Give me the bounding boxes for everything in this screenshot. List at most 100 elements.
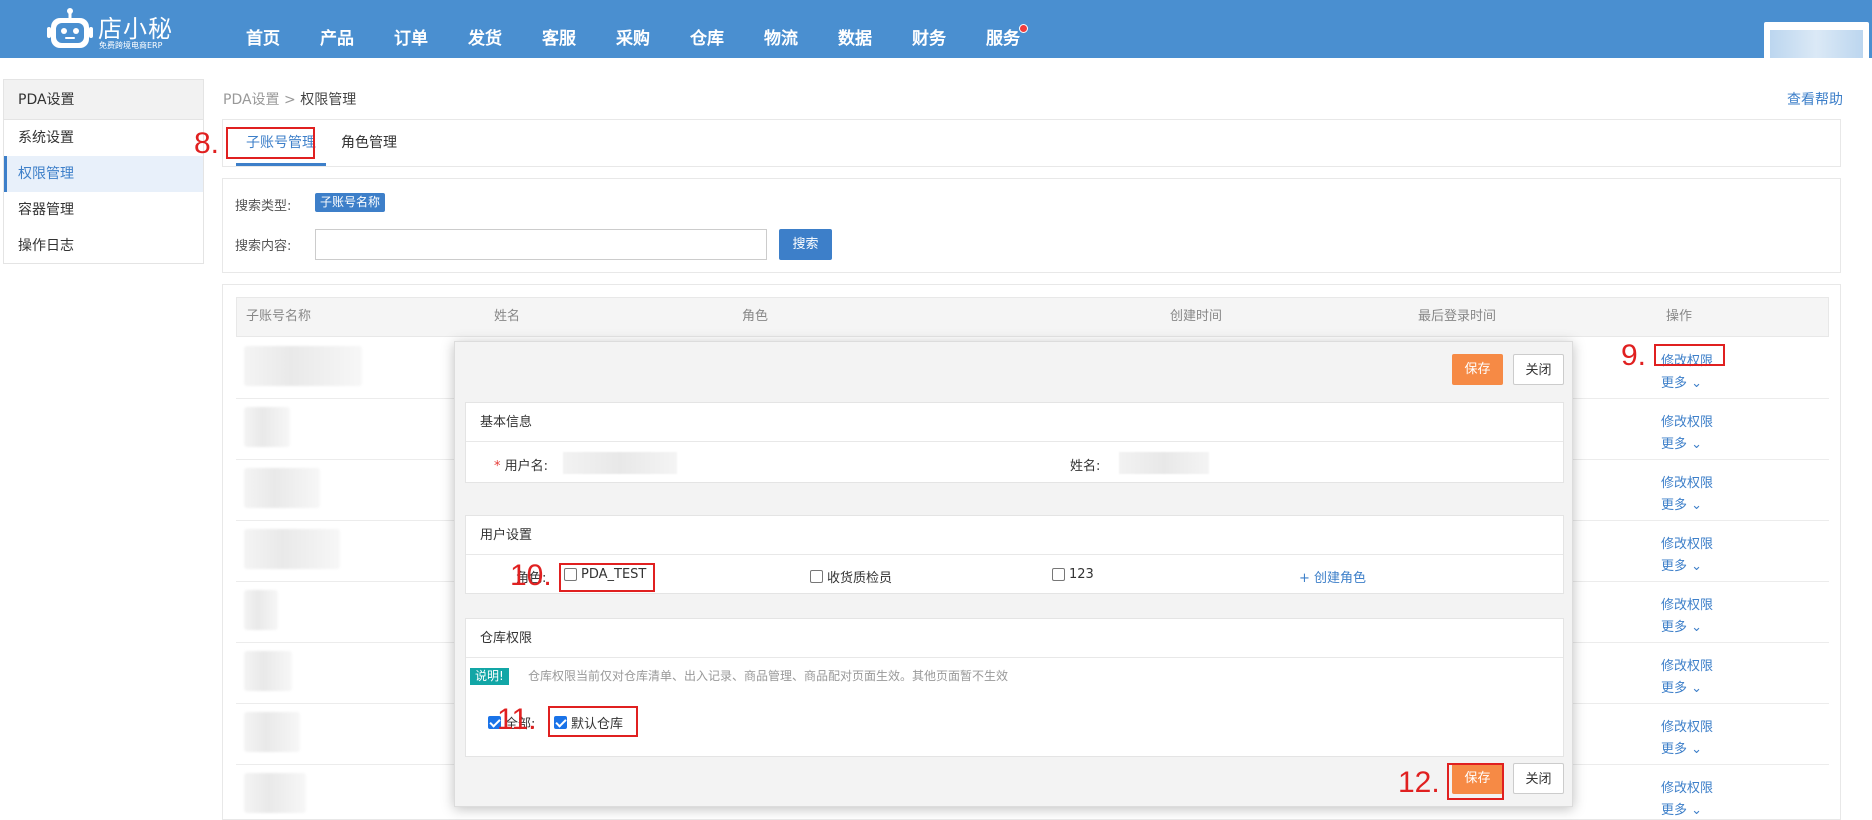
- basic-info-card: 基本信息 * 用户名: 姓名:: [465, 402, 1564, 483]
- sidebar-item-permissions[interactable]: 权限管理: [4, 156, 203, 192]
- search-content-label: 搜索内容:: [235, 239, 292, 254]
- edit-permission-link[interactable]: 修改权限: [1661, 533, 1713, 552]
- note-text: 仓库权限当前仅对仓库清单、出入记录、商品管理、商品配对页面生效。其他页面暂不生效: [528, 669, 1009, 683]
- annotation-box-9: [1654, 344, 1725, 366]
- more-dropdown[interactable]: 更多 ⌄: [1661, 555, 1702, 574]
- edit-permission-link[interactable]: 修改权限: [1661, 716, 1713, 735]
- more-label: 更多: [1661, 803, 1688, 818]
- breadcrumb: PDA设置 > 权限管理: [223, 89, 356, 109]
- username-value-blurred: [563, 452, 677, 474]
- search-panel: 搜索类型: 子账号名称 搜索内容: 搜索: [222, 178, 1841, 273]
- th-actions: 操作: [1666, 309, 1693, 324]
- chevron-down-icon: ⌄: [1691, 620, 1703, 635]
- more-dropdown[interactable]: 更多 ⌄: [1661, 616, 1702, 635]
- annotation-box-11: [548, 706, 638, 737]
- table-header: 子账号名称 姓名 角色 创建时间 最后登录时间 操作: [236, 297, 1829, 337]
- sidebar-item-operation-log[interactable]: 操作日志: [4, 228, 203, 264]
- annotation-box-8: [226, 127, 315, 159]
- chevron-down-icon: ⌄: [1691, 559, 1703, 574]
- warehouse-permission-title: 仓库权限: [466, 619, 1563, 658]
- th-last-login: 最后登录时间: [1418, 309, 1497, 324]
- blurred-account-name: [244, 651, 292, 691]
- tab-roles[interactable]: 角色管理: [329, 120, 409, 166]
- more-label: 更多: [1661, 620, 1688, 635]
- robot-logo-icon: [47, 8, 93, 48]
- name-value-blurred: [1119, 452, 1209, 474]
- search-input[interactable]: [315, 229, 767, 260]
- modal-close-button-bottom[interactable]: 关闭: [1513, 763, 1564, 794]
- breadcrumb-separator: >: [284, 92, 296, 108]
- more-label: 更多: [1661, 742, 1688, 757]
- sidebar-title: PDA设置: [4, 80, 203, 120]
- more-label: 更多: [1661, 437, 1688, 452]
- search-button[interactable]: 搜索: [779, 229, 832, 260]
- more-dropdown[interactable]: 更多 ⌄: [1661, 372, 1702, 391]
- chevron-down-icon: ⌄: [1691, 376, 1703, 391]
- edit-permission-link[interactable]: 修改权限: [1661, 655, 1713, 674]
- checkbox-icon: [1052, 568, 1065, 581]
- th-sub-account-name: 子账号名称: [246, 309, 312, 324]
- more-dropdown[interactable]: 更多 ⌄: [1661, 494, 1702, 513]
- search-type-tag[interactable]: 子账号名称: [315, 193, 386, 212]
- more-dropdown[interactable]: 更多 ⌄: [1661, 738, 1702, 757]
- role-name: 123: [1069, 567, 1094, 582]
- edit-permission-link[interactable]: 修改权限: [1661, 777, 1713, 796]
- chevron-down-icon: ⌄: [1691, 803, 1703, 818]
- more-dropdown[interactable]: 更多 ⌄: [1661, 677, 1702, 696]
- blurred-account-name: [244, 773, 306, 813]
- more-label: 更多: [1661, 376, 1688, 391]
- nav-services-wrap[interactable]: 服务: [966, 0, 1040, 58]
- notification-dot: [1019, 24, 1028, 33]
- more-dropdown[interactable]: 更多 ⌄: [1661, 799, 1702, 818]
- user-account-box[interactable]: [1764, 22, 1869, 58]
- chevron-down-icon: ⌄: [1691, 498, 1703, 513]
- logo-subtitle: 免费跨境电商ERP: [99, 41, 163, 50]
- nav-customer-service[interactable]: 客服: [522, 0, 596, 58]
- nav-orders[interactable]: 订单: [374, 0, 448, 58]
- sidebar-item-system-settings[interactable]: 系统设置: [4, 120, 203, 156]
- annotation-number-9: 9.: [1621, 339, 1647, 372]
- note-tag: 说明!: [470, 668, 509, 685]
- nav-logistics[interactable]: 物流: [744, 0, 818, 58]
- nav-finance[interactable]: 财务: [892, 0, 966, 58]
- logo-name: 店小秘: [98, 15, 173, 43]
- main-nav: 首页 产品 订单 发货 客服 采购 仓库 物流 数据 财务 服务: [226, 0, 1040, 58]
- chevron-down-icon: ⌄: [1691, 742, 1703, 757]
- blurred-account-name: [244, 529, 340, 569]
- nav-home[interactable]: 首页: [226, 0, 300, 58]
- breadcrumb-parent[interactable]: PDA设置: [223, 92, 280, 108]
- role-checkbox-qc[interactable]: 收货质检员: [810, 567, 892, 586]
- sidebar-item-containers[interactable]: 容器管理: [4, 192, 203, 228]
- role-checkbox-123[interactable]: 123: [1052, 567, 1094, 582]
- nav-purchasing[interactable]: 采购: [596, 0, 670, 58]
- edit-permission-link[interactable]: 修改权限: [1661, 472, 1713, 491]
- annotation-number-10: 10.: [510, 559, 552, 592]
- create-role-link[interactable]: + 创建角色: [1299, 567, 1366, 586]
- annotation-number-12: 12.: [1398, 766, 1440, 799]
- nav-data[interactable]: 数据: [818, 0, 892, 58]
- required-mark-icon: *: [494, 459, 501, 474]
- user-avatar-blurred: [1770, 30, 1863, 58]
- nav-shipping[interactable]: 发货: [448, 0, 522, 58]
- help-link[interactable]: 查看帮助: [1787, 89, 1843, 109]
- edit-permission-link[interactable]: 修改权限: [1661, 411, 1713, 430]
- edit-permission-link[interactable]: 修改权限: [1661, 594, 1713, 613]
- chevron-down-icon: ⌄: [1691, 681, 1703, 696]
- search-type-label: 搜索类型:: [235, 199, 292, 214]
- more-label: 更多: [1661, 559, 1688, 574]
- more-label: 更多: [1661, 681, 1688, 696]
- name-label: 姓名:: [1070, 459, 1101, 474]
- modal-close-button-top[interactable]: 关闭: [1513, 354, 1564, 385]
- more-dropdown[interactable]: 更多 ⌄: [1661, 433, 1702, 452]
- blurred-account-name: [244, 407, 290, 447]
- nav-products[interactable]: 产品: [300, 0, 374, 58]
- top-navbar: 店小秘 免费跨境电商ERP 首页 产品 订单 发货 客服 采购 仓库 物流 数据…: [0, 0, 1872, 58]
- annotation-number-11: 11.: [497, 703, 537, 736]
- annotation-box-10: [559, 563, 655, 592]
- checkbox-icon: [810, 570, 823, 583]
- nav-warehouse[interactable]: 仓库: [670, 0, 744, 58]
- logo[interactable]: 店小秘 免费跨境电商ERP: [46, 7, 181, 53]
- th-role: 角色: [742, 309, 769, 324]
- blurred-account-name: [244, 712, 300, 752]
- modal-save-button-top[interactable]: 保存: [1452, 354, 1503, 385]
